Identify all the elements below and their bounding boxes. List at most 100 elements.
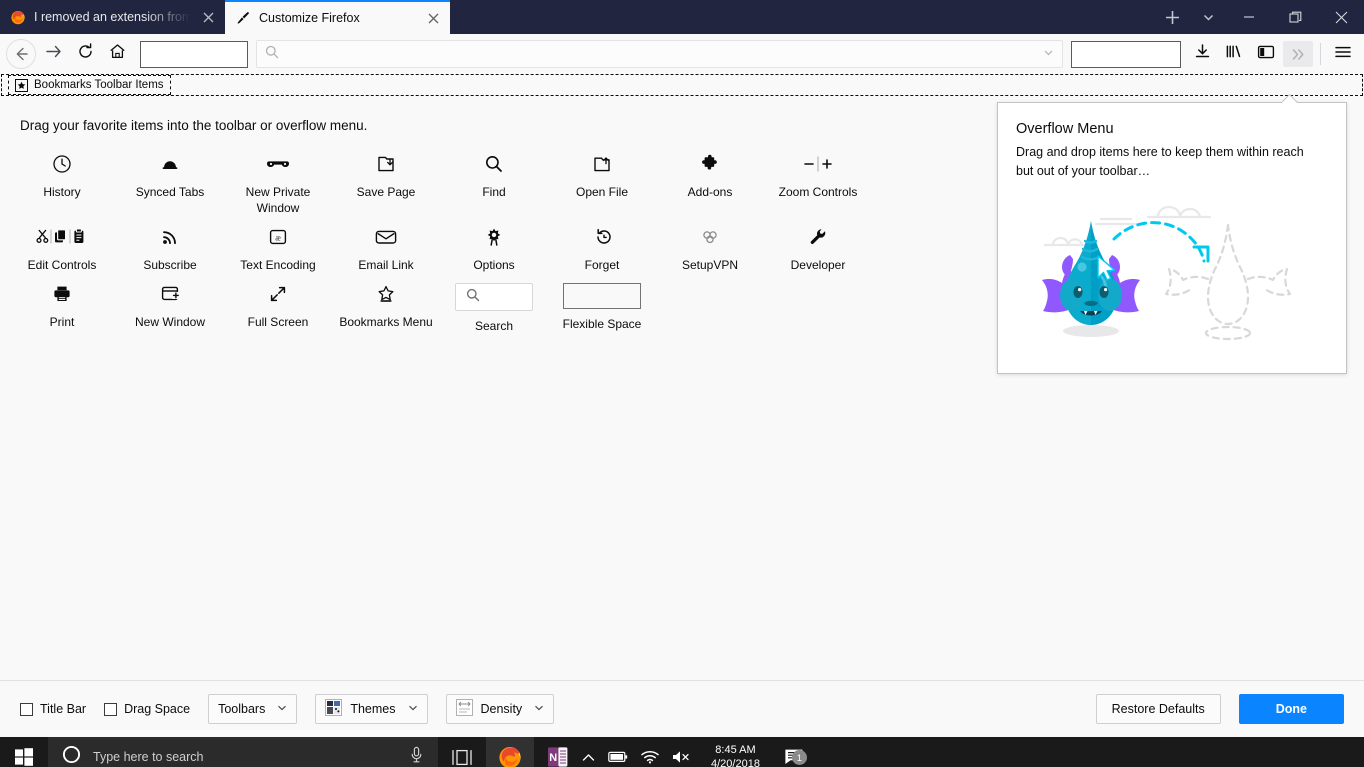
palette-item-full-screen[interactable]: Full Screen [224,277,332,334]
overflow-menu-button[interactable] [1283,41,1313,67]
palette-item-subscribe[interactable]: Subscribe [116,220,224,277]
hamburger-icon [1334,44,1352,65]
palette-item-label: Search [474,319,514,333]
palette-item-label: Email Link [358,258,414,272]
gear-icon [484,226,504,248]
list-all-tabs-icon[interactable] [1190,0,1226,34]
minimize-button[interactable] [1226,0,1272,34]
density-dropdown[interactable]: Density [445,694,555,724]
back-button[interactable] [6,39,36,69]
back-icon [6,39,36,69]
palette-item-forget[interactable]: Forget [548,220,656,277]
forward-button[interactable] [38,39,68,69]
bookmark-star-icon [15,78,28,92]
start-button[interactable] [0,737,48,767]
reload-button[interactable] [70,39,100,69]
edit-controls-icon [36,226,88,248]
fullscreen-icon [268,283,288,305]
palette-item-label: New Window [134,315,206,329]
new-window-icon [160,283,180,305]
search-widget-preview[interactable] [455,283,533,311]
palette-item-label: Zoom Controls [778,185,858,199]
save-page-icon [376,153,396,175]
restore-defaults-button[interactable]: Restore Defaults [1095,694,1221,724]
palette-item-developer[interactable]: Developer [764,220,872,277]
synced-tabs-icon [160,153,180,175]
palette-item-flexible-space[interactable]: Flexible Space [548,277,656,336]
taskbar-app-onenote[interactable]: N [534,737,582,767]
close-window-button[interactable] [1318,0,1364,34]
home-button[interactable] [102,39,132,69]
clock-date: 4/20/2018 [711,758,760,767]
microphone-icon[interactable] [409,746,424,767]
palette-item-bookmarks-menu[interactable]: Bookmarks Menu [332,277,440,334]
title-bar-checkbox[interactable]: Title Bar [20,702,86,716]
palette-item-options[interactable]: Options [440,220,548,277]
rss-icon [160,226,180,248]
tab-close-icon[interactable] [199,8,217,26]
app-menu-button[interactable] [1328,39,1358,69]
palette-item-label: Bookmarks Menu [339,315,433,329]
taskbar-search[interactable]: Type here to search [48,737,438,767]
palette-item-synced-tabs[interactable]: Synced Tabs [116,147,224,204]
open-file-icon [592,153,612,175]
palette-item-add-ons[interactable]: Add-ons [656,147,764,204]
toolbars-dropdown[interactable]: Toolbars [208,694,298,724]
action-center-button[interactable]: 1 [779,744,809,767]
palette-item-label: Synced Tabs [135,185,205,199]
search-bar[interactable] [256,40,1063,68]
checkbox-box[interactable] [20,702,33,716]
text-encoding-icon: æ [268,226,288,248]
mask-icon [266,153,290,175]
taskbar-search-input[interactable]: Type here to search [93,750,397,764]
palette-item-edit-controls[interactable]: Edit Controls [8,220,116,277]
task-view-button[interactable] [438,737,486,767]
reload-icon [77,43,94,65]
checkbox-box[interactable] [104,702,118,716]
palette-item-history[interactable]: History [8,147,116,204]
maximize-restore-button[interactable] [1272,0,1318,34]
palette-item-open-file[interactable]: Open File [548,147,656,204]
done-button[interactable]: Done [1238,694,1344,724]
search-widget-slot[interactable] [1071,40,1181,68]
palette-item-setupvpn[interactable]: SetupVPN [656,220,764,277]
volume-muted-icon[interactable] [672,750,692,764]
url-bar-placeholder-slot[interactable] [140,40,248,68]
envelope-icon [375,226,397,248]
palette-item-label: Forget [584,258,620,272]
flexible-space-widget-preview[interactable] [563,283,641,309]
palette-item-email-link[interactable]: Email Link [332,220,440,277]
library-button[interactable] [1219,39,1249,69]
printer-icon [52,283,72,305]
battery-icon[interactable] [608,751,628,763]
browser-tab-inactive[interactable]: I removed an extension from m [0,0,225,34]
drag-space-checkbox[interactable]: Drag Space [104,702,190,716]
brush-icon [235,10,251,26]
wifi-icon[interactable] [641,750,659,764]
palette-item-save-page[interactable]: Save Page [332,147,440,204]
tab-close-icon[interactable] [424,9,442,27]
bookmarks-toolbar-items[interactable]: Bookmarks Toolbar Items [8,75,171,95]
title-bar-label: Title Bar [40,702,87,716]
new-tab-button[interactable] [1154,0,1190,34]
show-hidden-icons-chevron-icon[interactable] [582,753,595,762]
taskbar-app-firefox[interactable] [486,737,534,767]
overflow-menu-panel[interactable]: Overflow Menu Drag and drop items here t… [997,102,1347,374]
themes-dropdown[interactable]: Themes [315,694,428,724]
drag-drop-illustration [1042,205,1292,341]
palette-item-search[interactable]: Search [440,277,548,338]
palette-item-zoom-controls[interactable]: Zoom Controls [764,147,872,204]
sidebar-button[interactable] [1251,39,1281,69]
bookmarks-toolbar[interactable]: Bookmarks Toolbar Items [1,74,1363,96]
browser-tab-active[interactable]: Customize Firefox [225,0,450,34]
downloads-button[interactable] [1187,39,1217,69]
taskbar-clock[interactable]: 8:45 AM 4/20/2018 [705,743,766,767]
chevron-down-icon [534,704,544,714]
palette-item-new-window[interactable]: New Window [116,277,224,334]
toolbar-separator [1320,43,1321,65]
palette-item-text-encoding[interactable]: æ Text Encoding [224,220,332,277]
palette-item-print[interactable]: Print [8,277,116,334]
palette-item-new-private-window[interactable]: New Private Window [224,147,332,220]
chevron-down-icon[interactable] [1043,45,1054,63]
palette-item-find[interactable]: Find [440,147,548,204]
